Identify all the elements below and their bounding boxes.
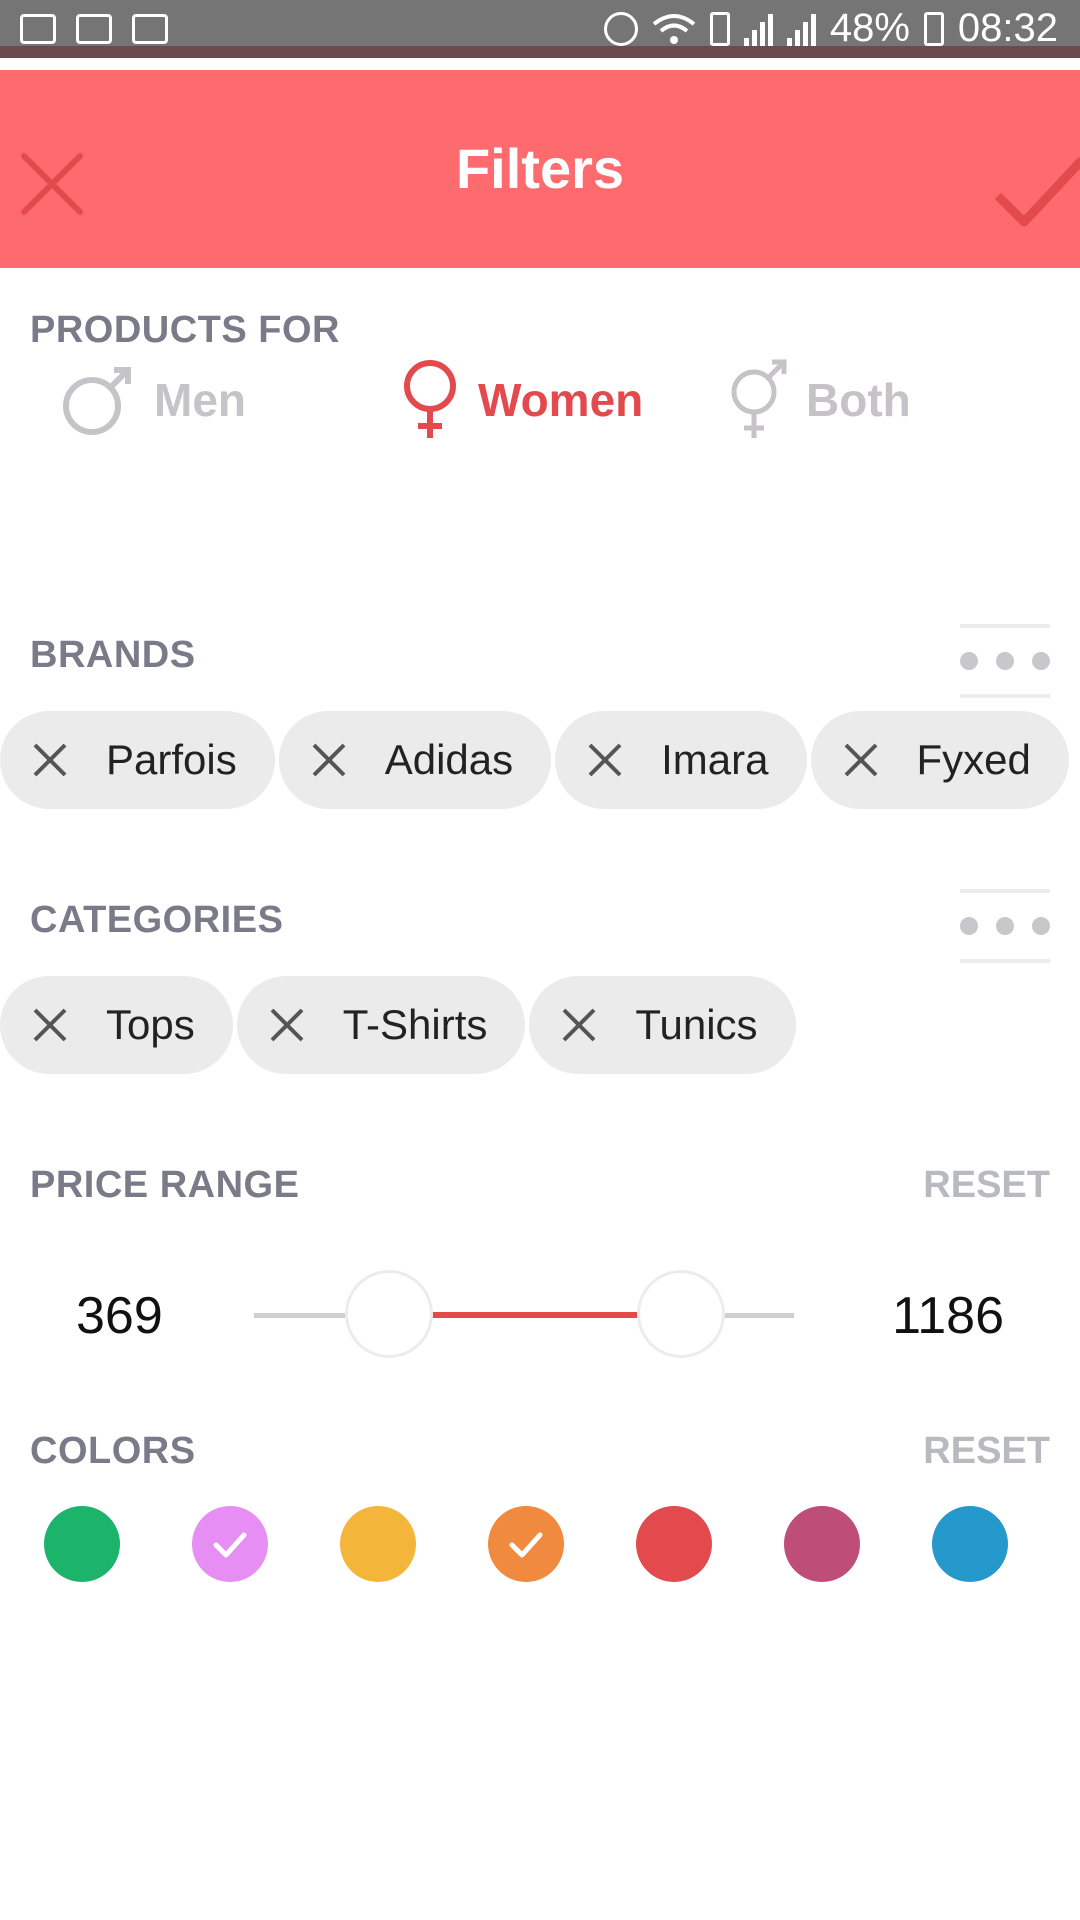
close-icon[interactable]: [14, 146, 90, 222]
brand-chip-fyxed[interactable]: Fyxed: [810, 711, 1069, 809]
wifi-icon: [652, 13, 696, 44]
more-dot: [1032, 917, 1050, 935]
brands-title: BRANDS: [30, 634, 196, 676]
gender-label-women: Women: [478, 374, 644, 426]
chip-label: Tunics: [635, 1001, 758, 1048]
brand-chip-imara[interactable]: Imara: [555, 711, 807, 809]
more-dot: [960, 652, 978, 670]
remove-icon[interactable]: [843, 742, 879, 778]
gender-option-both[interactable]: Both: [726, 355, 911, 445]
more-dot: [1032, 652, 1050, 670]
brand-chip-adidas[interactable]: Adidas: [278, 711, 552, 809]
gender-option-men[interactable]: Men: [58, 355, 246, 445]
gender-label-men: Men: [154, 374, 246, 426]
chip-label: Fyxed: [916, 736, 1031, 783]
remove-icon[interactable]: [561, 1007, 597, 1043]
clock: 08:32: [957, 6, 1058, 50]
check-icon: [213, 1532, 247, 1558]
category-chip-t-shirts[interactable]: T-Shirts: [236, 976, 526, 1074]
price-slider-min-handle[interactable]: [345, 1270, 433, 1358]
price-range-title: PRICE RANGE: [30, 1164, 300, 1206]
categories-more-button[interactable]: [960, 889, 1050, 963]
remove-icon[interactable]: [32, 1007, 68, 1043]
color-swatch[interactable]: [488, 1506, 564, 1582]
colors-title: COLORS: [30, 1430, 196, 1472]
chip-label: Imara: [661, 736, 769, 783]
colors-reset-button[interactable]: RESET: [923, 1430, 1050, 1473]
both-genders-icon: [731, 359, 787, 438]
price-reset-button[interactable]: RESET: [923, 1164, 1050, 1207]
battery-icon: [923, 11, 944, 46]
system-icons: 48% 08:32: [603, 6, 1058, 51]
chip-label: T-Shirts: [342, 1001, 488, 1048]
chip-label: Tops: [106, 1001, 195, 1048]
image-icon: [20, 14, 56, 44]
status-bar-divider: [0, 46, 1080, 58]
sim-icon: [709, 11, 730, 46]
more-dot: [960, 917, 978, 935]
brand-chip-parfois[interactable]: Parfois: [0, 711, 275, 809]
remove-icon[interactable]: [269, 1007, 305, 1043]
more-dot: [996, 652, 1014, 670]
products-for-title: PRODUCTS FOR: [30, 309, 340, 351]
more-dot: [996, 917, 1014, 935]
color-swatch[interactable]: [340, 1506, 416, 1582]
check-icon[interactable]: [990, 146, 1080, 236]
price-min-value: 369: [76, 1287, 163, 1345]
sms-icon: [132, 14, 168, 44]
color-swatch[interactable]: [192, 1506, 268, 1582]
remove-icon[interactable]: [32, 742, 68, 778]
page-title: Filters: [455, 137, 625, 200]
brand-chips: Parfois Adidas Imara Fyxed: [0, 711, 1069, 809]
chip-label: Parfois: [106, 736, 237, 783]
female-icon: [404, 360, 456, 438]
color-swatch[interactable]: [784, 1506, 860, 1582]
male-icon: [63, 367, 131, 435]
category-chips: Tops T-Shirts Tunics: [0, 976, 796, 1074]
battery-percent: 48%: [829, 6, 910, 50]
check-icon: [509, 1532, 543, 1558]
color-swatch[interactable]: [932, 1506, 1008, 1582]
price-max-value: 1186: [892, 1287, 1004, 1345]
color-swatches: [44, 1506, 1008, 1582]
chip-label: Adidas: [384, 736, 514, 783]
notification-icons: [20, 14, 168, 44]
signal-icon: [743, 12, 773, 46]
gender-label-both: Both: [806, 374, 911, 426]
color-swatch[interactable]: [636, 1506, 712, 1582]
price-slider-max-handle[interactable]: [636, 1270, 725, 1358]
alarm-icon: [603, 11, 638, 46]
status-bar: 48% 08:32: [0, 0, 1080, 58]
brands-more-button[interactable]: [960, 624, 1050, 698]
signal-icon: [786, 12, 816, 46]
remove-icon[interactable]: [587, 742, 623, 778]
category-chip-tops[interactable]: Tops: [0, 976, 233, 1074]
app-bar: Filters: [0, 70, 1080, 268]
category-chip-tunics[interactable]: Tunics: [529, 976, 796, 1074]
categories-title: CATEGORIES: [30, 899, 284, 941]
color-swatch[interactable]: [44, 1506, 120, 1582]
gender-option-women[interactable]: Women: [398, 355, 643, 445]
remove-icon[interactable]: [311, 742, 347, 778]
mail-icon: [76, 14, 112, 44]
